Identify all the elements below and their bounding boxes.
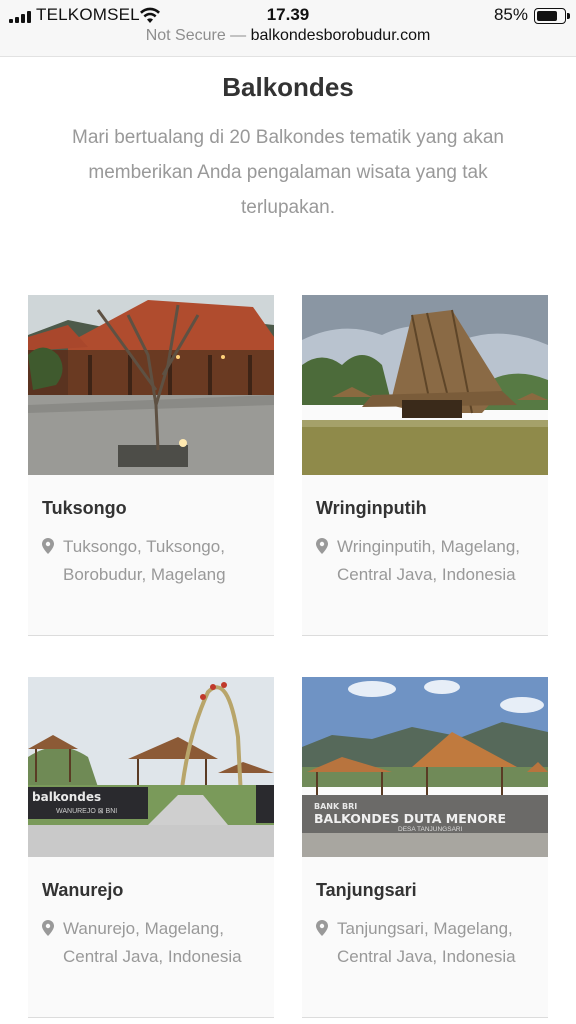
browser-status-bar: TELKOMSEL 17.39 85% Not Secure — balkond… <box>0 0 576 57</box>
location-pin-icon <box>316 538 328 554</box>
card-title[interactable]: Tuksongo <box>42 498 127 519</box>
balkondes-card-wanurejo[interactable]: balkondes WANUREJO ⊠ BNI Wanurejo Wanure… <box>28 677 274 1018</box>
battery-icon <box>534 8 570 24</box>
balkondes-card-tanjungsari[interactable]: BANK BRI BALKONDES DUTA MENORE DESA TANJ… <box>302 677 548 1018</box>
page-title: Balkondes <box>222 72 354 102</box>
location-pin-icon <box>42 920 54 936</box>
image-sign-subtext: WANUREJO ⊠ BNI <box>56 808 117 815</box>
location-text: Tanjungsari, Magelang, Central Java, Ind… <box>337 919 516 966</box>
address-bar[interactable]: Not Secure — balkondesborobudur.com <box>0 27 576 45</box>
location-pin-icon <box>316 920 328 936</box>
tuksongo-photo[interactable] <box>28 295 274 475</box>
battery-percentage: 85% <box>493 5 528 24</box>
card-title[interactable]: Wanurejo <box>42 880 123 901</box>
wanurejo-photo[interactable]: balkondes WANUREJO ⊠ BNI <box>28 677 274 857</box>
image-sign-subtext: DESA TANJUNGSARI <box>398 826 463 833</box>
location-text: Wanurejo, Magelang, Central Java, Indone… <box>63 919 242 966</box>
card-title[interactable]: Tanjungsari <box>316 880 417 901</box>
image-sign-text: BALKONDES DUTA MENORE <box>314 811 506 826</box>
image-sign-toptext: BANK BRI <box>314 802 357 811</box>
balkondes-card-tuksongo[interactable]: Tuksongo Tuksongo, Tuksongo, Borobudur, … <box>28 295 274 636</box>
status-row: TELKOMSEL 17.39 85% <box>0 5 576 27</box>
domain-label: balkondesborobudur.com <box>250 27 431 44</box>
intro-text: Mari bertualang di 20 Balkondes tematik … <box>72 127 504 218</box>
security-label: Not Secure — <box>145 27 247 44</box>
location-pin-icon <box>42 538 54 554</box>
tanjungsari-photo[interactable]: BANK BRI BALKONDES DUTA MENORE DESA TANJ… <box>302 677 548 857</box>
image-sign-text: balkondes <box>32 790 101 804</box>
location-text: Tuksongo, Tuksongo, Borobudur, Magelang <box>63 537 226 584</box>
location-text: Wringinputih, Magelang, Central Java, In… <box>337 537 521 584</box>
balkondes-card-wringinputih[interactable]: Wringinputih Wringinputih, Magelang, Cen… <box>302 295 548 636</box>
card-title[interactable]: Wringinputih <box>316 498 427 519</box>
clock: 17.39 <box>266 5 310 24</box>
wringinputih-photo[interactable] <box>302 295 548 475</box>
